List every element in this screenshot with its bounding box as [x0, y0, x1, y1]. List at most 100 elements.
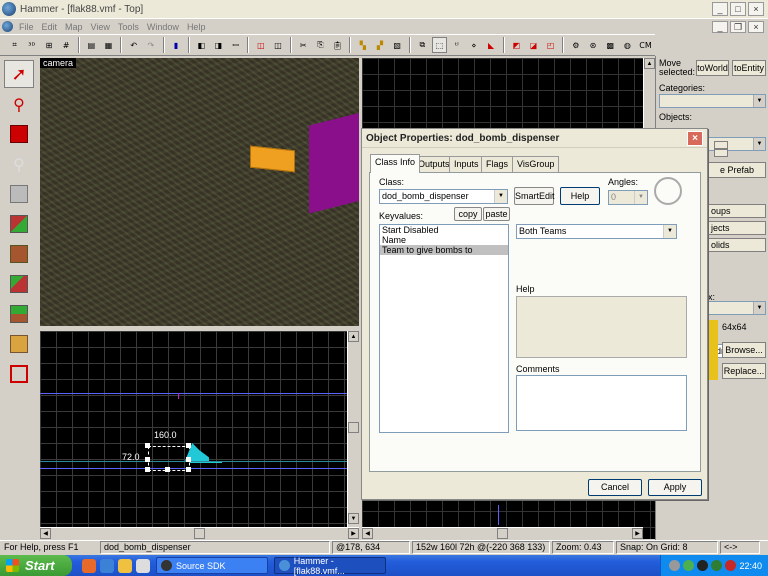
create-prefab-button[interactable]: e Prefab [708, 162, 766, 178]
list-item[interactable]: Name [380, 235, 508, 245]
help-button[interactable]: Help [560, 187, 600, 205]
selection-tool[interactable]: ➚ [4, 60, 34, 88]
group-icon[interactable]: ▦ [101, 37, 116, 53]
block-tool[interactable] [4, 180, 34, 208]
vertex-icon[interactable]: ⋄ [466, 37, 481, 53]
apply-texture-tool[interactable] [4, 240, 34, 268]
overlay-tool[interactable] [4, 300, 34, 328]
tab-class-info[interactable]: Class Info [370, 154, 421, 173]
grid-icon[interactable]: ⌗ [7, 37, 22, 53]
clip-tool[interactable] [4, 330, 34, 358]
smartedit-button[interactable]: SmartEdit [514, 187, 555, 205]
class-combo[interactable]: dod_bomb_dispenser ▼ [379, 189, 508, 204]
grid-3d-icon[interactable]: ³ᴰ [24, 37, 39, 53]
copy-icon[interactable]: ⎘ [313, 37, 328, 53]
minimize-button[interactable]: _ [712, 2, 728, 16]
to-world-button[interactable]: toWorld [696, 60, 729, 76]
firefox-icon[interactable] [82, 558, 96, 573]
spin-down-button[interactable] [714, 149, 728, 157]
ungroup-icon[interactable]: ꟷ [228, 37, 243, 53]
menu-view[interactable]: View [91, 22, 110, 32]
decal-icon[interactable]: ◣ [484, 37, 499, 53]
visgroup-dropdown[interactable]: ▼ [708, 301, 766, 315]
texture-application-icon[interactable]: ᵗˡ [449, 37, 464, 53]
grid-smaller-icon[interactable]: ⊞ [41, 37, 56, 53]
menu-tools[interactable]: Tools [118, 22, 139, 32]
tray-icon[interactable] [683, 560, 695, 571]
menu-help[interactable]: Help [187, 22, 206, 32]
angle-dial[interactable] [654, 177, 682, 205]
spin-up-button[interactable] [714, 141, 728, 149]
paste-selection-icon[interactable]: ◫ [270, 37, 285, 53]
ie-icon[interactable] [100, 558, 114, 573]
resize-handle[interactable] [186, 467, 191, 472]
viewport-3d[interactable]: camera [40, 58, 359, 326]
selection-handles-icon[interactable]: ⧉ [415, 37, 430, 53]
browse-button[interactable]: Browse... [722, 342, 766, 358]
to-entity-button[interactable]: toEntity [732, 60, 766, 76]
texture-scale-icon[interactable]: ▞ [372, 37, 387, 53]
list-item-selected[interactable]: Team to give bombs to [380, 245, 508, 255]
categories-dropdown[interactable]: ▼ [659, 94, 766, 108]
texture-lock-icon[interactable]: ▚ [355, 37, 370, 53]
tray-icon[interactable] [711, 560, 723, 571]
cm-button[interactable]: CM [637, 37, 654, 53]
task-hammer[interactable]: Hammer - [flak88.vmf... [274, 556, 386, 576]
settings-icon[interactable]: ⚙ [568, 37, 583, 53]
resize-handle[interactable] [165, 467, 170, 472]
resize-handle[interactable] [186, 443, 191, 448]
solids-button[interactable]: olids [708, 238, 766, 252]
cancel-button[interactable]: Cancel [588, 479, 642, 496]
cut-icon[interactable]: ✂ [296, 37, 311, 53]
cordon-icon[interactable]: ◍ [620, 37, 635, 53]
paste-icon[interactable]: 📋︎ [330, 37, 345, 53]
objects-button[interactable]: jects [708, 221, 766, 235]
tray-icon[interactable] [725, 560, 737, 571]
top-view-vscrollbar[interactable]: ▲ ▼ [347, 331, 359, 527]
scroll-right-arrow[interactable]: ▶ [348, 528, 359, 539]
decal-tool[interactable] [4, 270, 34, 298]
unhide-icon[interactable]: ◨ [211, 37, 226, 53]
menu-file[interactable]: File [19, 22, 34, 32]
value-combo[interactable]: Both Teams ▼ [516, 224, 677, 239]
dialog-close-button[interactable]: × [687, 131, 703, 146]
entity-tool[interactable]: ⚲ [4, 150, 34, 178]
doc-close-button[interactable]: × [748, 20, 764, 33]
groups-button[interactable]: oups [708, 204, 766, 218]
replace-button[interactable]: Replace... [722, 363, 766, 379]
to-entity-icon[interactable]: ▮ [169, 37, 184, 53]
menu-window[interactable]: Window [147, 22, 179, 32]
apply-button[interactable]: Apply [648, 479, 702, 496]
menu-edit[interactable]: Edit [42, 22, 58, 32]
top-view-hscrollbar[interactable]: ◀ ▶ [40, 527, 359, 539]
tray-icon[interactable] [697, 560, 709, 571]
right-view-hscrollbar[interactable]: ◀ ▶ [362, 527, 643, 539]
angles-combo[interactable]: 0 ▼ [608, 190, 648, 205]
list-item[interactable]: Start Disabled [380, 225, 508, 235]
tab-inputs[interactable]: Inputs [449, 156, 484, 172]
scroll-thumb[interactable] [194, 528, 205, 539]
keyvalues-list[interactable]: Start Disabled Name Team to give bombs t… [379, 224, 509, 433]
tab-flags[interactable]: Flags [481, 156, 514, 172]
tray-icon[interactable] [669, 560, 681, 571]
undo-icon[interactable]: ↶ [126, 37, 141, 53]
scroll-up-arrow[interactable]: ▲ [348, 331, 359, 342]
vertex-tool[interactable] [4, 360, 34, 388]
menu-map[interactable]: Map [65, 22, 83, 32]
resize-handle[interactable] [186, 457, 191, 462]
doc-restore-button[interactable]: ❐ [730, 20, 746, 33]
camera-tool[interactable] [4, 120, 34, 148]
magnify-tool[interactable]: ⚲ [4, 90, 34, 118]
scroll-up-arrow[interactable]: ▲ [644, 58, 655, 69]
resize-handle[interactable] [145, 443, 150, 448]
hide-icon[interactable]: ◧ [194, 37, 209, 53]
scroll-down-arrow[interactable]: ▼ [348, 513, 359, 524]
folder-icon[interactable] [118, 558, 132, 573]
maximize-button[interactable]: □ [730, 2, 746, 16]
run-map-icon[interactable]: ◩ [509, 37, 524, 53]
grid-larger-icon[interactable]: # [59, 37, 74, 53]
tab-visgroup[interactable]: VisGroup [512, 156, 560, 172]
resize-handle[interactable] [145, 457, 150, 462]
scroll-thumb[interactable] [348, 422, 359, 433]
entity-report-icon[interactable]: ◰ [543, 37, 558, 53]
